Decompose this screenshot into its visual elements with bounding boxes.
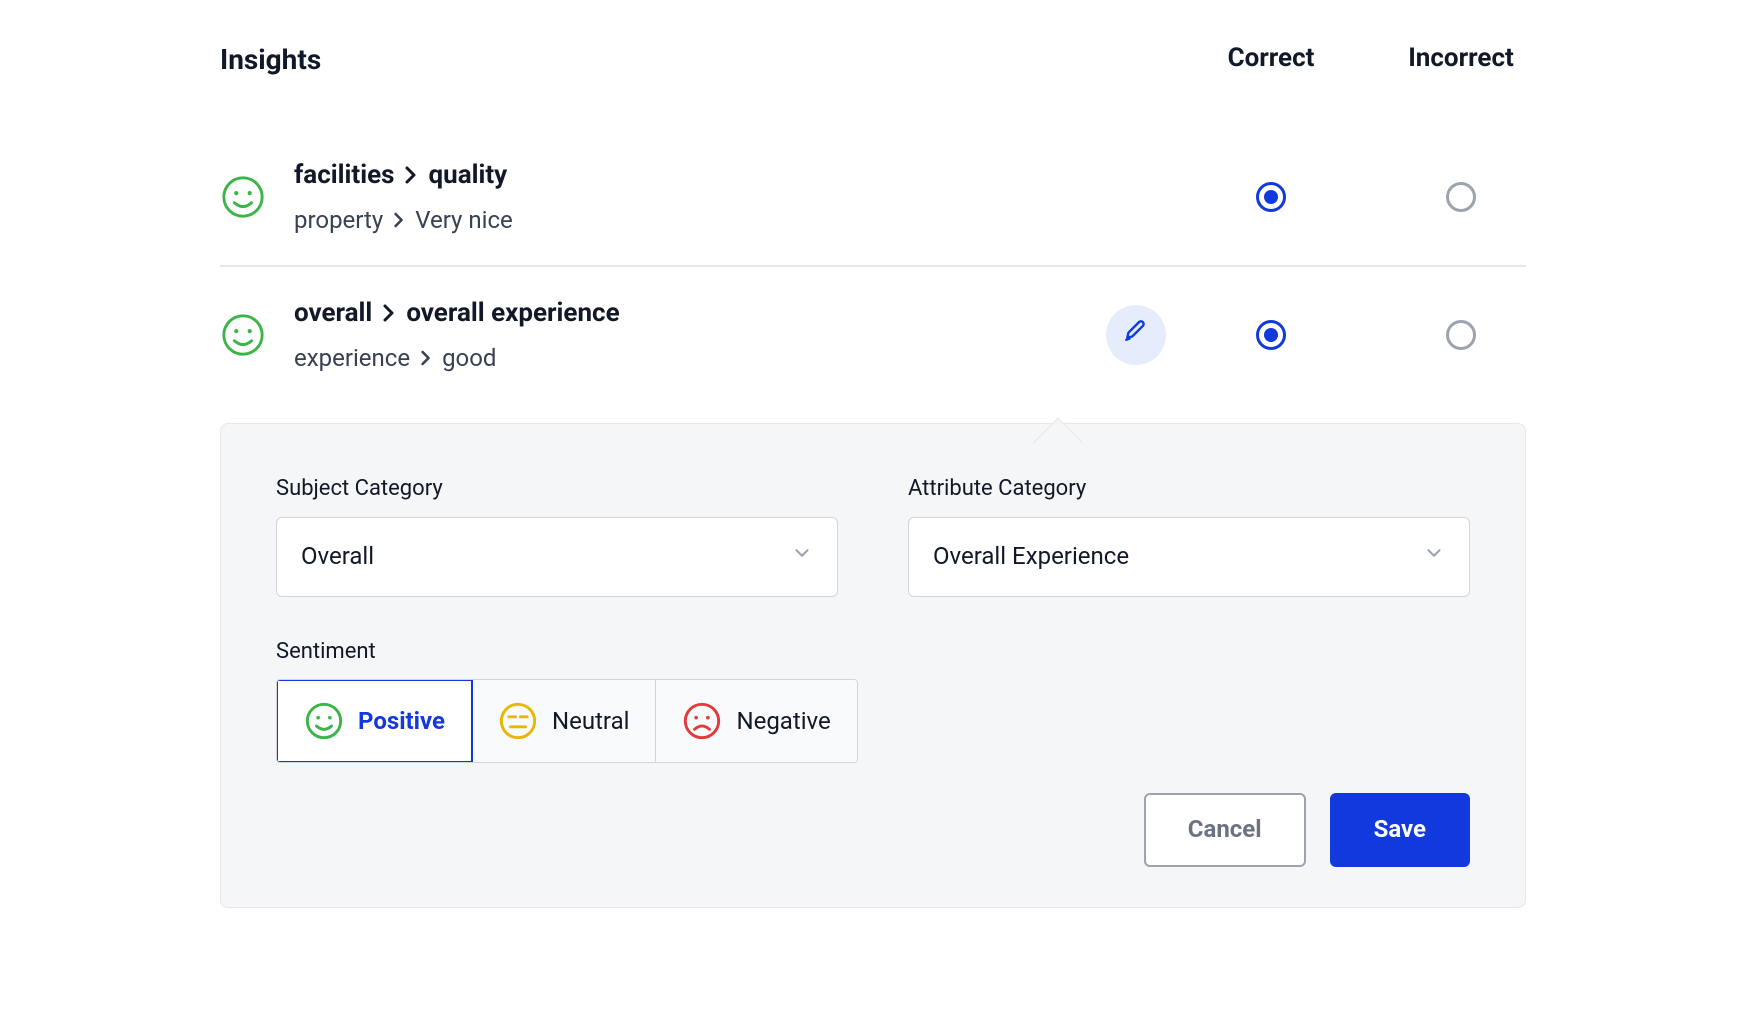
chevron-right-icon xyxy=(420,349,432,367)
chevron-down-icon xyxy=(791,540,813,574)
insight-breadcrumb: overall overall experience xyxy=(294,295,1106,331)
chevron-down-icon xyxy=(1423,540,1445,574)
radio-correct[interactable] xyxy=(1256,182,1286,212)
insight-attribute: overall experience xyxy=(406,295,619,331)
sentiment-positive[interactable]: Positive xyxy=(276,679,473,763)
smile-icon xyxy=(220,312,266,358)
sentiment-neutral[interactable]: Neutral xyxy=(472,680,656,762)
sentiment-positive-label: Positive xyxy=(358,705,445,739)
sentiment-toggle: Positive Neutral xyxy=(276,679,858,763)
subject-category-value: Overall xyxy=(301,540,374,574)
attribute-category-value: Overall Experience xyxy=(933,540,1129,574)
subject-category-label: Subject Category xyxy=(276,474,838,505)
cancel-button[interactable]: Cancel xyxy=(1144,793,1306,867)
edit-button[interactable] xyxy=(1106,305,1166,365)
insight-breadcrumb: facilities quality xyxy=(294,157,1206,193)
insight-value: good xyxy=(442,342,496,376)
pencil-icon xyxy=(1123,317,1149,353)
radio-correct[interactable] xyxy=(1256,320,1286,350)
chevron-right-icon xyxy=(393,211,405,229)
radio-incorrect[interactable] xyxy=(1446,182,1476,212)
insight-subject: experience xyxy=(294,342,410,376)
subject-category-select[interactable]: Overall xyxy=(276,517,838,597)
insight-detail: property Very nice xyxy=(294,204,1206,238)
insight-value: Very nice xyxy=(415,204,513,238)
sentiment-negative[interactable]: Negative xyxy=(656,680,856,762)
chevron-right-icon xyxy=(382,303,396,323)
insight-attribute: quality xyxy=(428,157,507,193)
chevron-right-icon xyxy=(404,165,418,185)
sentiment-negative-label: Negative xyxy=(736,705,830,739)
edit-panel: Subject Category Overall Attribute Categ… xyxy=(220,423,1526,908)
insight-category: overall xyxy=(294,295,372,331)
insights-header: Insights Correct Incorrect xyxy=(220,40,1526,79)
neutral-face-icon xyxy=(498,701,538,741)
insight-category: facilities xyxy=(294,157,394,193)
frown-icon xyxy=(682,701,722,741)
save-button[interactable]: Save xyxy=(1330,793,1470,867)
insight-row: facilities quality property Very nice xyxy=(220,129,1526,265)
smile-icon xyxy=(220,174,266,220)
attribute-category-select[interactable]: Overall Experience xyxy=(908,517,1470,597)
smile-icon xyxy=(304,701,344,741)
attribute-category-label: Attribute Category xyxy=(908,474,1470,505)
radio-incorrect[interactable] xyxy=(1446,320,1476,350)
insight-detail: experience good xyxy=(294,342,1106,376)
sentiment-neutral-label: Neutral xyxy=(552,705,629,739)
column-header-correct: Correct xyxy=(1206,40,1336,76)
column-header-incorrect: Incorrect xyxy=(1396,40,1526,76)
sentiment-label: Sentiment xyxy=(276,637,1470,668)
insight-row: overall overall experience experience go… xyxy=(220,265,1526,403)
page-title: Insights xyxy=(220,40,1206,79)
insight-subject: property xyxy=(294,204,383,238)
